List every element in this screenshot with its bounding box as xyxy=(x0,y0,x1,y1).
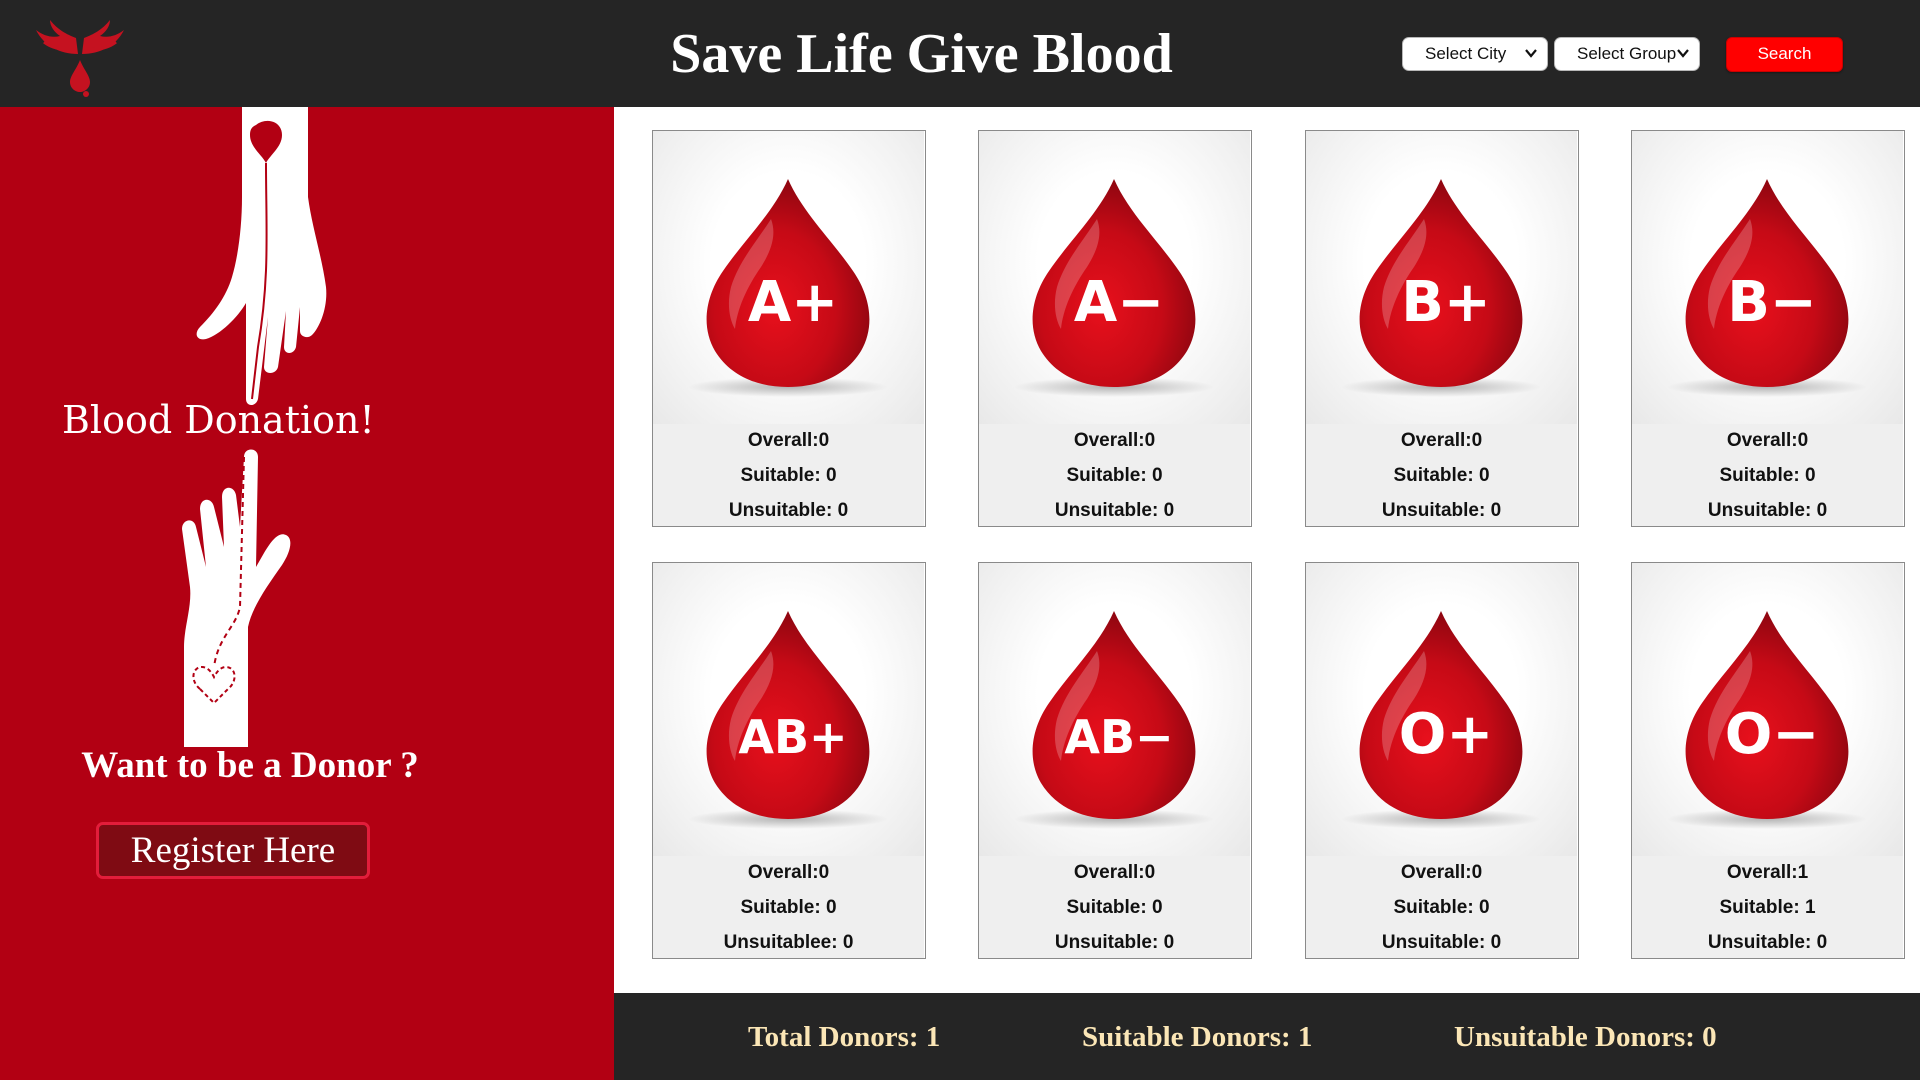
top-header: Save Life Give Blood Select City Select … xyxy=(0,0,1920,107)
suitable-count: Suitable: 1 xyxy=(1719,897,1816,918)
blood-drop-image: B+ xyxy=(1306,131,1577,424)
unsuitable-count: Unsuitable: 0 xyxy=(728,500,849,521)
blood-group-stats: Overall:0 Suitable: 0 Unsuitable: 0 xyxy=(979,424,1250,526)
unsuitable-count: Unsuitable: 0 xyxy=(1054,932,1175,953)
blood-group-label: A− xyxy=(1074,270,1164,335)
blood-drop-icon: O− xyxy=(1667,611,1867,829)
blood-group-card[interactable]: A+ Overall:0 Suitable: 0 Unsuitable: 0 xyxy=(652,130,926,527)
group-select-value: Select Group xyxy=(1577,44,1677,63)
unsuitable-count: Unsuitable: 0 xyxy=(1707,500,1828,521)
donor-promo-panel: Blood Donation! Want to be a Donor ? Reg… xyxy=(0,107,614,1080)
donor-prompt: Want to be a Donor ? xyxy=(81,745,419,786)
blood-group-label: B− xyxy=(1727,270,1817,335)
blood-group-card[interactable]: O+ Overall:0 Suitable: 0 Unsuitable: 0 xyxy=(1305,562,1579,959)
overall-count: Overall:0 xyxy=(747,430,830,451)
overall-count: Overall:0 xyxy=(1073,430,1156,451)
overall-count: Overall:0 xyxy=(747,862,830,883)
blood-drop-image: AB− xyxy=(979,563,1250,856)
blood-group-stats: Overall:0 Suitable: 0 Unsuitable: 0 xyxy=(1632,424,1903,526)
blood-drop-icon: AB+ xyxy=(688,611,888,829)
blood-group-card[interactable]: A− Overall:0 Suitable: 0 Unsuitable: 0 xyxy=(978,130,1252,527)
blood-drop-image: AB+ xyxy=(653,563,924,856)
overall-count: Overall:0 xyxy=(1400,430,1483,451)
suitable-count: Suitable: 0 xyxy=(1719,465,1816,486)
blood-group-card[interactable]: AB− Overall:0 Suitable: 0 Unsuitable: 0 xyxy=(978,562,1252,959)
chevron-down-icon xyxy=(1677,49,1689,58)
blood-drop-icon: AB− xyxy=(1014,611,1214,829)
donor-summary-bar: Total Donors: 1 Suitable Donors: 1 Unsui… xyxy=(614,993,1920,1080)
blood-drop-icon: B− xyxy=(1667,179,1867,397)
blood-drop-image: A+ xyxy=(653,131,924,424)
blood-group-stats: Overall:1 Suitable: 1 Unsuitable: 0 xyxy=(1632,856,1903,958)
unsuitable-count: Unsuitablee: 0 xyxy=(723,932,854,953)
suitable-donors: Suitable Donors: 1 xyxy=(1082,1021,1313,1053)
register-button[interactable]: Register Here xyxy=(96,822,370,879)
blood-drop-icon: A− xyxy=(1014,179,1214,397)
illustration-caption: Blood Donation! xyxy=(62,398,375,442)
city-select-value: Select City xyxy=(1425,44,1507,63)
total-donors: Total Donors: 1 xyxy=(748,1021,941,1053)
suitable-count: Suitable: 0 xyxy=(740,465,837,486)
suitable-count: Suitable: 0 xyxy=(1066,465,1163,486)
suitable-count: Suitable: 0 xyxy=(1393,465,1490,486)
blood-group-stats: Overall:0 Suitable: 0 Unsuitable: 0 xyxy=(979,856,1250,958)
blood-group-stats: Overall:0 Suitable: 0 Unsuitablee: 0 xyxy=(653,856,924,958)
blood-group-label: A+ xyxy=(748,270,838,335)
suitable-count: Suitable: 0 xyxy=(1066,897,1163,918)
blood-group-stats: Overall:0 Suitable: 0 Unsuitable: 0 xyxy=(653,424,924,526)
search-button[interactable]: Search xyxy=(1726,36,1843,72)
suitable-count: Suitable: 0 xyxy=(740,897,837,918)
blood-drop-image: A− xyxy=(979,131,1250,424)
blood-group-label: O− xyxy=(1725,702,1820,767)
blood-group-label: AB+ xyxy=(738,710,847,764)
receiver-hand-bottom xyxy=(182,449,291,747)
unsuitable-count: Unsuitable: 0 xyxy=(1054,500,1175,521)
unsuitable-count: Unsuitable: 0 xyxy=(1381,932,1502,953)
blood-group-label: AB− xyxy=(1064,710,1173,764)
overall-count: Overall:0 xyxy=(1073,862,1156,883)
blood-group-label: B+ xyxy=(1401,270,1491,335)
blood-group-card[interactable]: AB+ Overall:0 Suitable: 0 Unsuitablee: 0 xyxy=(652,562,926,959)
blood-group-card[interactable]: O− Overall:1 Suitable: 1 Unsuitable: 0 xyxy=(1631,562,1905,959)
overall-count: Overall:0 xyxy=(1726,430,1809,451)
blood-drop-icon: A+ xyxy=(688,179,888,397)
search-controls: Select City Select Group Search xyxy=(1402,36,1843,72)
unsuitable-count: Unsuitable: 0 xyxy=(1707,932,1828,953)
blood-drop-image: O+ xyxy=(1306,563,1577,856)
unsuitable-donors: Unsuitable Donors: 0 xyxy=(1454,1021,1717,1053)
blood-group-stats: Overall:0 Suitable: 0 Unsuitable: 0 xyxy=(1306,856,1577,958)
overall-count: Overall:0 xyxy=(1400,862,1483,883)
blood-drop-icon: O+ xyxy=(1341,611,1541,829)
blood-drop-image: B− xyxy=(1632,131,1903,424)
blood-donation-illustration: Blood Donation! xyxy=(62,107,375,747)
blood-group-stats: Overall:0 Suitable: 0 Unsuitable: 0 xyxy=(1306,424,1577,526)
unsuitable-count: Unsuitable: 0 xyxy=(1381,500,1502,521)
blood-drop-image: O− xyxy=(1632,563,1903,856)
city-select[interactable]: Select City xyxy=(1402,37,1548,71)
overall-count: Overall:1 xyxy=(1726,862,1809,883)
blood-group-label: O+ xyxy=(1399,702,1494,767)
group-select[interactable]: Select Group xyxy=(1554,37,1700,71)
blood-drop-icon: B+ xyxy=(1341,179,1541,397)
suitable-count: Suitable: 0 xyxy=(1393,897,1490,918)
blood-group-card[interactable]: B− Overall:0 Suitable: 0 Unsuitable: 0 xyxy=(1631,130,1905,527)
blood-group-card[interactable]: B+ Overall:0 Suitable: 0 Unsuitable: 0 xyxy=(1305,130,1579,527)
chevron-down-icon xyxy=(1525,49,1537,58)
